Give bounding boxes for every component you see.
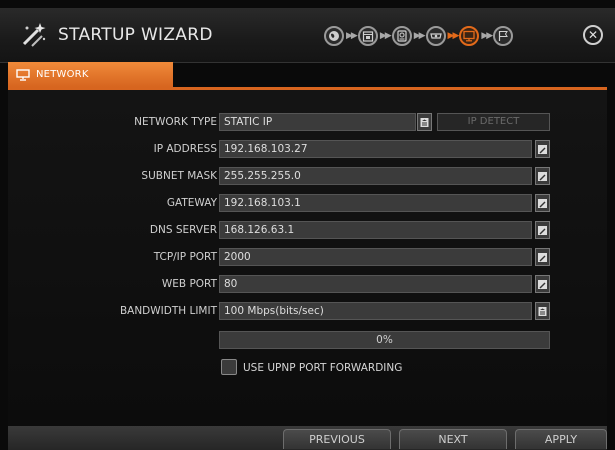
tcpip-port-field[interactable]: 2000 (219, 248, 532, 266)
bandwidth-limit-dropdown-button[interactable] (535, 302, 550, 320)
tcpip-port-edit-button[interactable] (535, 248, 550, 266)
progress-row: 0% (8, 330, 607, 350)
ip-address-row: IP ADDRESS 192.168.103.27 (8, 139, 607, 159)
progress-bar: 0% (219, 331, 550, 349)
gateway-edit-button[interactable] (535, 194, 550, 212)
next-button[interactable]: NEXT (399, 429, 507, 449)
keyboard-edit-icon (538, 252, 547, 262)
network-type-row: NETWORK TYPE STATIC IP IP DETECT (8, 112, 607, 132)
finish-flag-icon[interactable] (493, 26, 514, 46)
step-arrow-icon: ▶▶ (346, 31, 358, 41)
network-settings-panel: NETWORK TYPE STATIC IP IP DETECT IP ADDR… (8, 90, 607, 426)
keyboard-edit-icon (538, 144, 547, 154)
network-type-select[interactable]: STATIC IP (219, 113, 416, 131)
globe-icon[interactable] (324, 26, 344, 46)
wizard-title: STARTUP WIZARD (58, 25, 213, 45)
web-port-field[interactable]: 80 (219, 275, 532, 293)
progress-text: 0% (376, 334, 393, 346)
web-port-edit-button[interactable] (535, 275, 550, 293)
tcpip-port-label: TCP/IP PORT (153, 251, 217, 263)
ip-address-edit-button[interactable] (535, 140, 550, 158)
tab-network[interactable]: NETWORK (8, 62, 173, 87)
bandwidth-limit-row: BANDWIDTH LIMIT 100 Mbps(bits/sec) (8, 301, 607, 321)
subnet-mask-label: SUBNET MASK (141, 170, 217, 182)
previous-button[interactable]: PREVIOUS (283, 429, 391, 449)
keyboard-edit-icon (538, 225, 547, 235)
gateway-field[interactable]: 192.168.103.1 (219, 194, 532, 212)
tab-label: NETWORK (36, 69, 89, 80)
keyboard-edit-icon (538, 171, 547, 181)
network-monitor-icon[interactable] (459, 26, 480, 46)
dropdown-icon (420, 117, 429, 127)
apply-button[interactable]: APPLY (515, 429, 607, 449)
close-icon[interactable]: ✕ (583, 25, 603, 45)
ip-address-field[interactable]: 192.168.103.27 (219, 140, 532, 158)
hdd-icon[interactable] (391, 26, 412, 46)
keyboard-edit-icon (538, 279, 547, 289)
upnp-checkbox[interactable] (221, 359, 237, 375)
keyboard-edit-icon (538, 198, 547, 208)
dns-server-label: DNS SERVER (149, 224, 217, 236)
startup-wizard-window: STARTUP WIZARD ▶▶ ▶▶ ▶▶ ▶▶ ▶▶ ✕ NETWORK … (0, 0, 615, 450)
bandwidth-limit-label: BANDWIDTH LIMIT (119, 305, 217, 317)
title-bar: STARTUP WIZARD ▶▶ ▶▶ ▶▶ ▶▶ ▶▶ ✕ (0, 8, 615, 63)
dns-server-row: DNS SERVER 168.126.63.1 (8, 220, 607, 240)
wizard-steps: ▶▶ ▶▶ ▶▶ ▶▶ ▶▶ (324, 24, 514, 48)
network-type-dropdown-button[interactable] (417, 113, 432, 131)
upnp-label: USE UPNP PORT FORWARDING (243, 362, 403, 374)
tcpip-port-row: TCP/IP PORT 2000 (8, 247, 607, 267)
step-arrow-icon: ▶▶ (481, 31, 493, 41)
web-port-label: WEB PORT (161, 278, 217, 290)
step-arrow-icon: ▶▶ (447, 31, 460, 41)
step-arrow-icon: ▶▶ (379, 31, 392, 41)
ip-detect-button[interactable]: IP DETECT (437, 113, 550, 131)
web-port-row: WEB PORT 80 (8, 274, 607, 294)
camera-icon[interactable] (425, 26, 446, 46)
network-type-label: NETWORK TYPE (134, 116, 217, 128)
subnet-mask-edit-button[interactable] (535, 167, 550, 185)
dns-server-field[interactable]: 168.126.63.1 (219, 221, 532, 239)
subnet-mask-field[interactable]: 255.255.255.0 (219, 167, 532, 185)
wizard-wand-icon (22, 23, 46, 47)
dropdown-icon (538, 306, 547, 316)
ip-address-label: IP ADDRESS (153, 143, 217, 155)
step-arrow-icon: ▶▶ (413, 31, 426, 41)
gateway-row: GATEWAY 192.168.103.1 (8, 193, 607, 213)
footer-bar: PREVIOUS NEXT APPLY (8, 426, 607, 450)
upnp-row: USE UPNP PORT FORWARDING (8, 358, 607, 378)
bandwidth-limit-select[interactable]: 100 Mbps(bits/sec) (219, 302, 532, 320)
calendar-icon[interactable] (357, 26, 378, 46)
monitor-icon (16, 68, 30, 81)
subnet-mask-row: SUBNET MASK 255.255.255.0 (8, 166, 607, 186)
dns-server-edit-button[interactable] (535, 221, 550, 239)
gateway-label: GATEWAY (166, 197, 217, 209)
